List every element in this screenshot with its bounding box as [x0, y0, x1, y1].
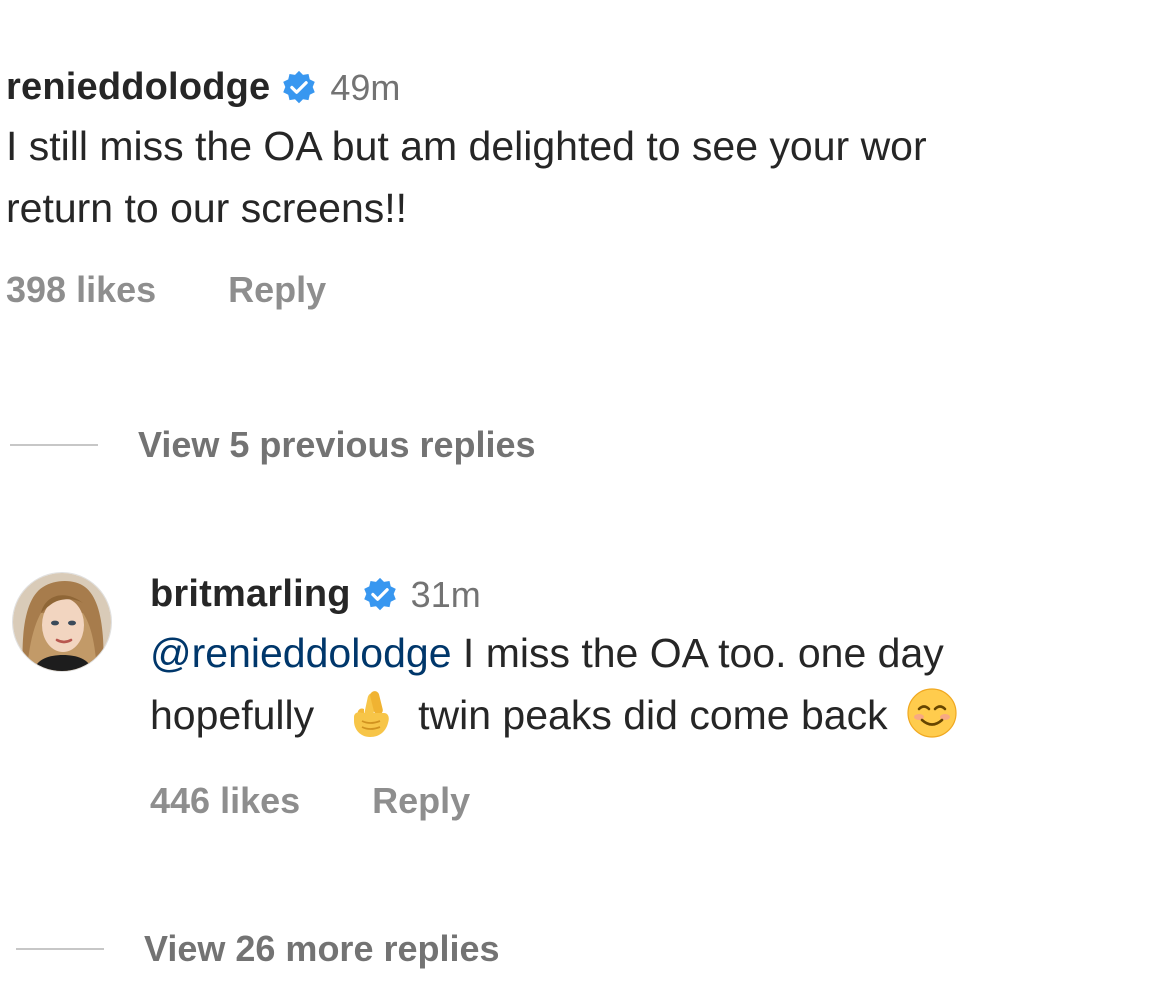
comment-text-segment: I miss the OA too. one day — [451, 630, 944, 676]
avatar-image — [13, 573, 111, 671]
comment-text-line: I still miss the OA but am delighted to … — [6, 123, 927, 169]
comment-text-line: hopefully twin peaks did come back — [150, 684, 1169, 746]
verified-badge-icon — [363, 577, 396, 610]
smiling-face-emoji-icon — [906, 688, 957, 738]
comment-text-segment: hopefully — [150, 692, 315, 738]
view-previous-replies-label[interactable]: View 5 previous replies — [138, 424, 536, 466]
verified-badge-icon — [283, 70, 316, 103]
comment-actions: 446 likes Reply — [150, 780, 1169, 822]
view-more-replies-label[interactable]: View 26 more replies — [144, 928, 500, 970]
comment-body: I still miss the OA but am delighted to … — [6, 115, 1169, 239]
divider-line — [16, 948, 104, 950]
comment-username[interactable]: britmarling — [150, 573, 351, 616]
reply-button[interactable]: Reply — [228, 269, 326, 311]
comment-timestamp: 49m — [330, 66, 401, 108]
reply-button[interactable]: Reply — [372, 780, 470, 822]
comment-actions: 398 likes Reply — [6, 269, 1169, 311]
comment-text-line: return to our screens!! — [6, 185, 408, 231]
view-previous-replies[interactable]: View 5 previous replies — [10, 424, 536, 466]
view-more-replies[interactable]: View 26 more replies — [16, 928, 500, 970]
comment-renieddolodge: renieddolodge 49m I still miss the OA bu… — [6, 66, 1169, 311]
likes-count[interactable]: 398 likes — [6, 269, 156, 311]
comment-text-line: @renieddolodge I miss the OA too. one da… — [150, 622, 1169, 684]
crossed-fingers-emoji-icon — [354, 691, 389, 737]
comment-header: britmarling 31m — [150, 573, 1169, 616]
mention-link[interactable]: @renieddolodge — [150, 630, 452, 676]
comment-timestamp: 31m — [410, 573, 481, 615]
comment-username[interactable]: renieddolodge — [6, 66, 270, 109]
comments-screen: renieddolodge 49m I still miss the OA bu… — [0, 0, 1169, 990]
comment-header: renieddolodge 49m — [6, 66, 1169, 109]
avatar[interactable] — [12, 572, 112, 672]
likes-count[interactable]: 446 likes — [150, 780, 300, 822]
comment-text-segment: twin peaks did come back — [418, 692, 888, 738]
comment-britmarling: britmarling 31m @renieddolodge I miss th… — [150, 573, 1169, 822]
comment-body: @renieddolodge I miss the OA too. one da… — [150, 622, 1169, 746]
divider-line — [10, 444, 98, 446]
